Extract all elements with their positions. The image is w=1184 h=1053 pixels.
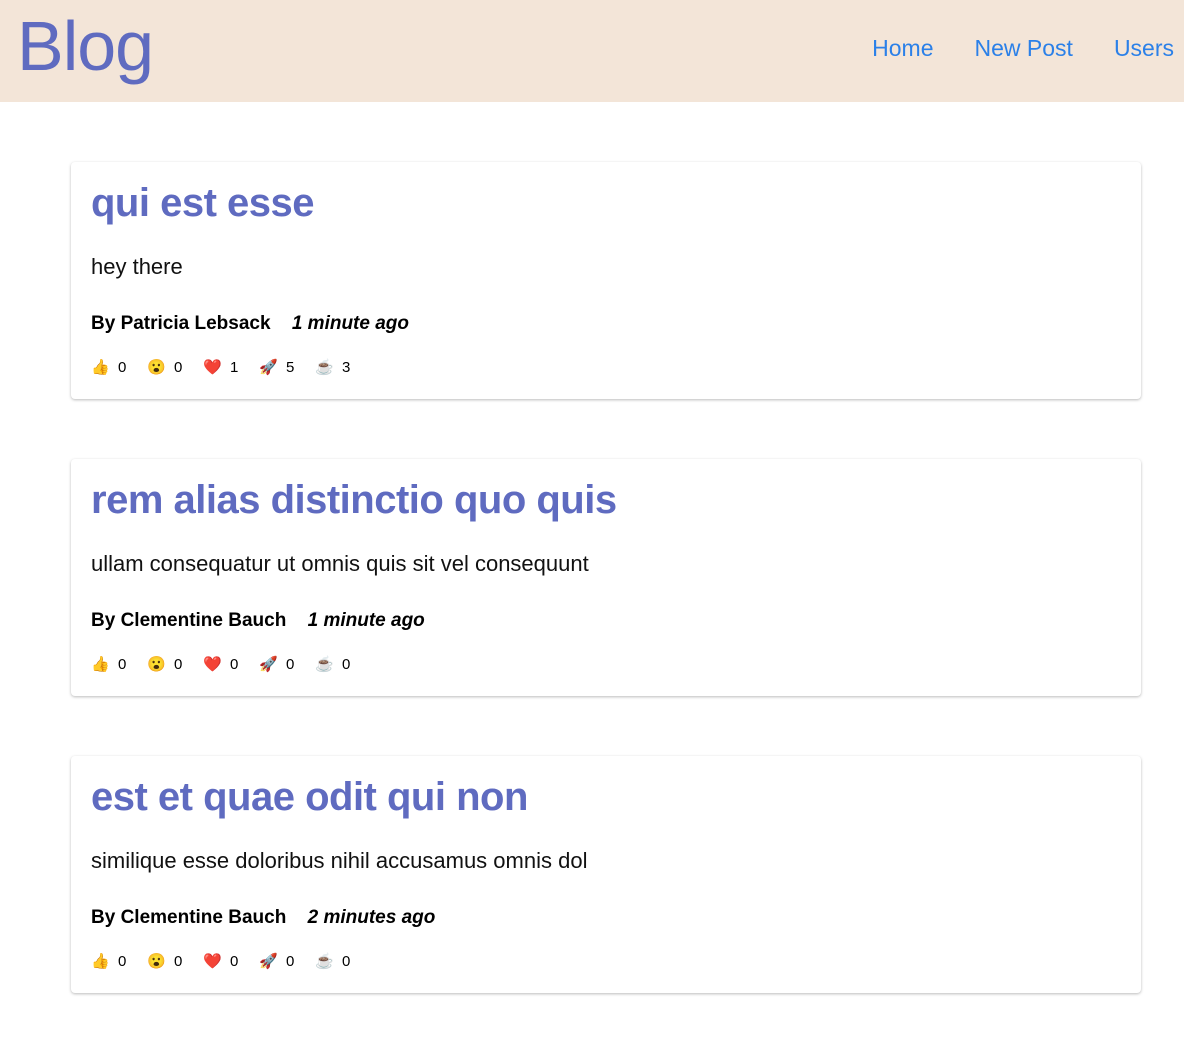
post-timestamp: 2 minutes ago [307, 907, 436, 928]
post-title[interactable]: est et quae odit qui non [91, 773, 528, 821]
post-meta: By Patricia Lebsack 1 minute ago [91, 312, 409, 336]
surprised-face-icon: 😮 [147, 359, 166, 376]
post-excerpt: hey there [91, 254, 183, 279]
reaction-count: 3 [342, 359, 351, 376]
post-card: qui est esse hey there By Patricia Lebsa… [71, 162, 1141, 399]
post-list: qui est esse hey there By Patricia Lebsa… [71, 162, 1141, 1053]
app-header: Blog Home New Post Users [0, 0, 1184, 102]
heart-icon: ❤️ [203, 359, 222, 376]
rocket-icon: 🚀 [259, 656, 278, 673]
reaction-thumbs-up-button[interactable]: 👍 0 [91, 358, 147, 378]
rocket-icon: 🚀 [259, 359, 278, 376]
heart-icon: ❤️ [203, 656, 222, 673]
reaction-count: 0 [286, 953, 295, 970]
coffee-icon: ☕ [315, 953, 334, 970]
post-title[interactable]: rem alias distinctio quo quis [91, 476, 617, 524]
reaction-thumbs-up-button[interactable]: 👍 0 [91, 952, 147, 972]
reaction-heart-button[interactable]: ❤️ 1 [203, 358, 259, 378]
reaction-heart-button[interactable]: ❤️ 0 [203, 655, 259, 675]
surprised-face-icon: 😮 [147, 953, 166, 970]
reaction-coffee-button[interactable]: ☕ 0 [315, 655, 371, 675]
reaction-coffee-button[interactable]: ☕ 0 [315, 952, 371, 972]
brand-logo[interactable]: Blog [17, 4, 154, 88]
reaction-rocket-button[interactable]: 🚀 0 [259, 655, 315, 675]
post-card: est et quae odit qui non similique esse … [71, 756, 1141, 993]
surprised-face-icon: 😮 [147, 656, 166, 673]
post-card: rem alias distinctio quo quis ullam cons… [71, 459, 1141, 696]
post-excerpt: similique esse doloribus nihil accusamus… [91, 848, 588, 873]
thumbs-up-icon: 👍 [91, 359, 110, 376]
rocket-icon: 🚀 [259, 953, 278, 970]
thumbs-up-icon: 👍 [91, 656, 110, 673]
reaction-count: 0 [230, 953, 239, 970]
post-author: By Patricia Lebsack [91, 313, 271, 334]
reaction-wow-button[interactable]: 😮 0 [147, 358, 203, 378]
reaction-thumbs-up-button[interactable]: 👍 0 [91, 655, 147, 675]
nav-link-users[interactable]: Users [1114, 34, 1174, 62]
reaction-count: 0 [118, 656, 127, 673]
reaction-coffee-button[interactable]: ☕ 3 [315, 358, 371, 378]
reaction-wow-button[interactable]: 😮 0 [147, 952, 203, 972]
post-meta: By Clementine Bauch 2 minutes ago [91, 906, 435, 930]
reaction-count: 0 [230, 656, 239, 673]
reaction-rocket-button[interactable]: 🚀 0 [259, 952, 315, 972]
coffee-icon: ☕ [315, 359, 334, 376]
post-author: By Clementine Bauch [91, 907, 287, 928]
reaction-bar: 👍 0 😮 0 ❤️ 1 🚀 5 ☕ 3 [91, 358, 371, 378]
reaction-count: 0 [286, 656, 295, 673]
reaction-count: 0 [118, 359, 127, 376]
nav-link-new-post[interactable]: New Post [975, 34, 1073, 62]
post-meta: By Clementine Bauch 1 minute ago [91, 609, 425, 633]
reaction-heart-button[interactable]: ❤️ 0 [203, 952, 259, 972]
reaction-count: 0 [342, 656, 351, 673]
reaction-bar: 👍 0 😮 0 ❤️ 0 🚀 0 ☕ 0 [91, 952, 371, 972]
reaction-count: 0 [342, 953, 351, 970]
reaction-rocket-button[interactable]: 🚀 5 [259, 358, 315, 378]
heart-icon: ❤️ [203, 953, 222, 970]
post-title[interactable]: qui est esse [91, 179, 315, 227]
reaction-count: 0 [174, 953, 183, 970]
nav-link-home[interactable]: Home [872, 34, 933, 62]
coffee-icon: ☕ [315, 656, 334, 673]
reaction-count: 0 [174, 656, 183, 673]
reaction-count: 0 [174, 359, 183, 376]
post-author: By Clementine Bauch [91, 610, 287, 631]
thumbs-up-icon: 👍 [91, 953, 110, 970]
reaction-wow-button[interactable]: 😮 0 [147, 655, 203, 675]
reaction-bar: 👍 0 😮 0 ❤️ 0 🚀 0 ☕ 0 [91, 655, 371, 675]
reaction-count: 5 [286, 359, 295, 376]
post-excerpt: ullam consequatur ut omnis quis sit vel … [91, 551, 589, 576]
reaction-count: 1 [230, 359, 239, 376]
post-timestamp: 1 minute ago [291, 313, 410, 334]
post-timestamp: 1 minute ago [307, 610, 425, 631]
reaction-count: 0 [118, 953, 127, 970]
main-nav: Home New Post Users [872, 34, 1174, 62]
